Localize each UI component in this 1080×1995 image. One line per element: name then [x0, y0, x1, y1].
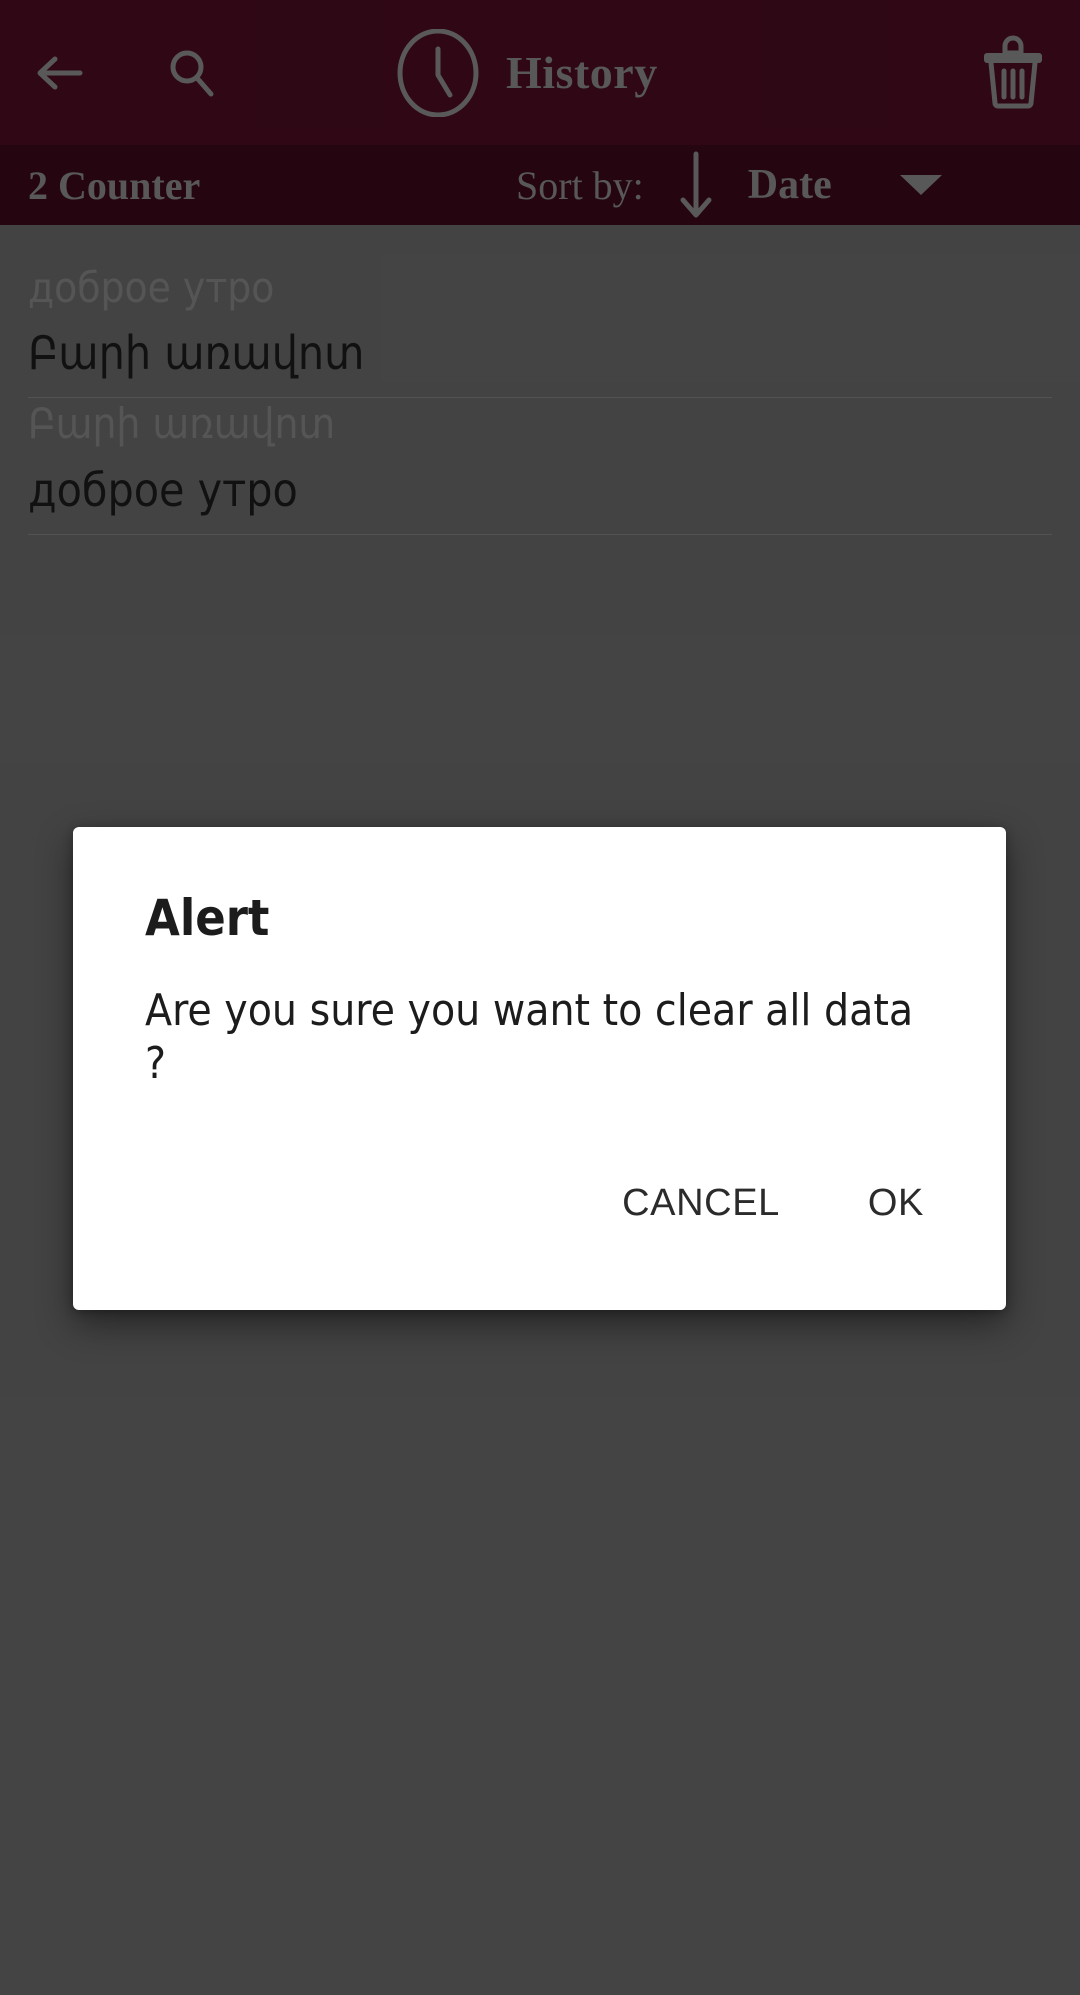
list-toolbar: 2 Counter Sort by: Date [0, 145, 1080, 225]
top-app-bar: History [0, 0, 1080, 145]
dialog-message: Are you sure you want to clear all data … [145, 985, 914, 1089]
list-item-divider [28, 533, 1052, 535]
search-icon [170, 50, 214, 96]
search-button[interactable] [146, 28, 236, 118]
list-item-target-text: доброе утро [28, 462, 298, 517]
clock-icon [397, 28, 479, 117]
sort-value-label: Date [747, 162, 832, 208]
dialog-actions: CANCEL OK [73, 1174, 1006, 1232]
list-item[interactable]: доброе утро Բարի առավոտ [0, 262, 1080, 399]
counter-label: 2 Counter [28, 162, 201, 208]
sort-direction-button[interactable] [672, 148, 720, 222]
list-item-target-text: Բարի առավոտ [28, 326, 365, 381]
clear-all-button[interactable] [968, 27, 1058, 117]
list-item-source-text: Բարի առավոտ [28, 399, 336, 449]
arrow-left-icon [37, 56, 83, 89]
sort-by-label: Sort by: [516, 162, 644, 208]
trash-icon [984, 35, 1042, 109]
ok-button[interactable]: OK [852, 1174, 940, 1232]
arrow-down-icon [680, 151, 712, 218]
page-title: History [506, 47, 658, 98]
caret-down-icon[interactable] [899, 175, 942, 195]
list-item-source-text: доброе утро [28, 263, 275, 312]
app-screen: History 2 Counter Sort by: Date доброе у… [0, 0, 1080, 1995]
title-group: History [394, 0, 658, 145]
list-item[interactable]: Բարի առավոտ доброе утро [0, 398, 1080, 535]
dialog-title: Alert [145, 889, 270, 947]
back-button[interactable] [14, 28, 104, 118]
alert-dialog: Alert Are you sure you want to clear all… [73, 827, 1006, 1310]
sort-control[interactable]: Sort by: Date [516, 145, 942, 225]
cancel-button[interactable]: CANCEL [606, 1174, 796, 1232]
